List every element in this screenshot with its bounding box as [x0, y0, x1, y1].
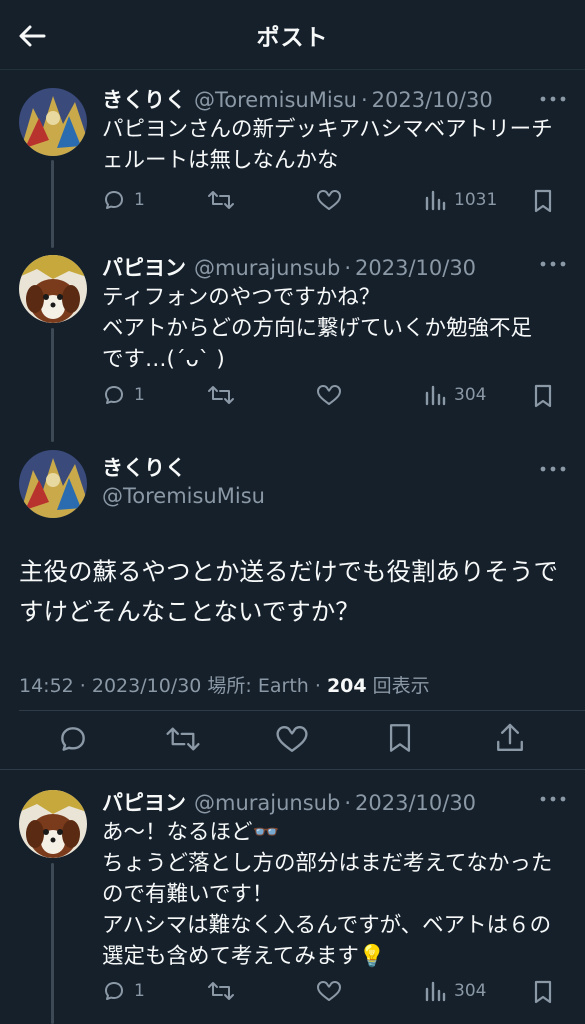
- bookmark-button[interactable]: [532, 979, 554, 1005]
- analytics-icon: [425, 981, 446, 1002]
- author-name[interactable]: きくりく: [102, 452, 186, 482]
- focused-tweet: きくりく @ToremisuMisu 主役の蘇るやつとか送るだけでも役割ありそう…: [0, 0, 585, 770]
- divider: [0, 769, 585, 770]
- reply-icon: [105, 982, 123, 1000]
- heart-icon: [276, 726, 308, 752]
- repost-button[interactable]: [165, 723, 201, 755]
- heart-icon: [317, 981, 341, 1001]
- avatar[interactable]: [19, 790, 87, 858]
- tweet-timestamp: 14:52 · 2023/10/30 場所: Earth · 204 回表示: [19, 671, 430, 698]
- bookmark-icon: [534, 980, 552, 1004]
- tweet-text: 主役の蘇るやつとか送るだけでも役割ありそうで すけどそんなことないですか？: [19, 557, 558, 626]
- reply-count: 1: [134, 981, 145, 1001]
- reply-tweet[interactable]: パピヨン @murajunsub · 2023/10/30 あ〜！なるほど👓 ち…: [0, 785, 585, 1024]
- like-button[interactable]: [316, 979, 342, 1003]
- reply-button[interactable]: [57, 723, 89, 755]
- separator: ·: [344, 791, 351, 815]
- view-count: 304: [454, 981, 487, 1001]
- view-count: 204: [326, 675, 367, 697]
- avatar[interactable]: [19, 450, 87, 518]
- bookmark-button[interactable]: [386, 721, 414, 755]
- repost-button[interactable]: [207, 979, 235, 1003]
- tweet-meta: パピヨン @murajunsub · 2023/10/30: [102, 787, 476, 817]
- views-label: 回表示: [366, 675, 430, 697]
- share-button[interactable]: [494, 721, 526, 755]
- author-name[interactable]: パピヨン: [102, 787, 186, 817]
- more-options-icon[interactable]: [538, 457, 568, 481]
- share-icon: [497, 723, 523, 751]
- reply-button[interactable]: 1: [102, 979, 145, 1003]
- repost-icon: [166, 727, 200, 751]
- repost-icon: [208, 982, 234, 1000]
- tweet-text: あ〜！なるほど👓 ちょうど落とし方の部分はまだ考えてなかった ので有難いです！ …: [102, 820, 553, 969]
- post-date[interactable]: 2023/10/30: [355, 791, 476, 815]
- like-button[interactable]: [275, 723, 309, 755]
- more-options-icon[interactable]: [538, 787, 568, 811]
- divider: [19, 710, 585, 711]
- reply-icon: [61, 727, 85, 751]
- author-handle[interactable]: @murajunsub: [194, 791, 340, 815]
- tweet-actions: [0, 717, 585, 761]
- post-time-location[interactable]: 14:52 · 2023/10/30 場所: Earth ·: [19, 675, 327, 697]
- views-button[interactable]: 304: [424, 979, 486, 1003]
- tweet-actions: 1 304: [0, 974, 585, 1008]
- bookmark-icon: [389, 724, 411, 752]
- author-handle[interactable]: @ToremisuMisu: [102, 484, 265, 508]
